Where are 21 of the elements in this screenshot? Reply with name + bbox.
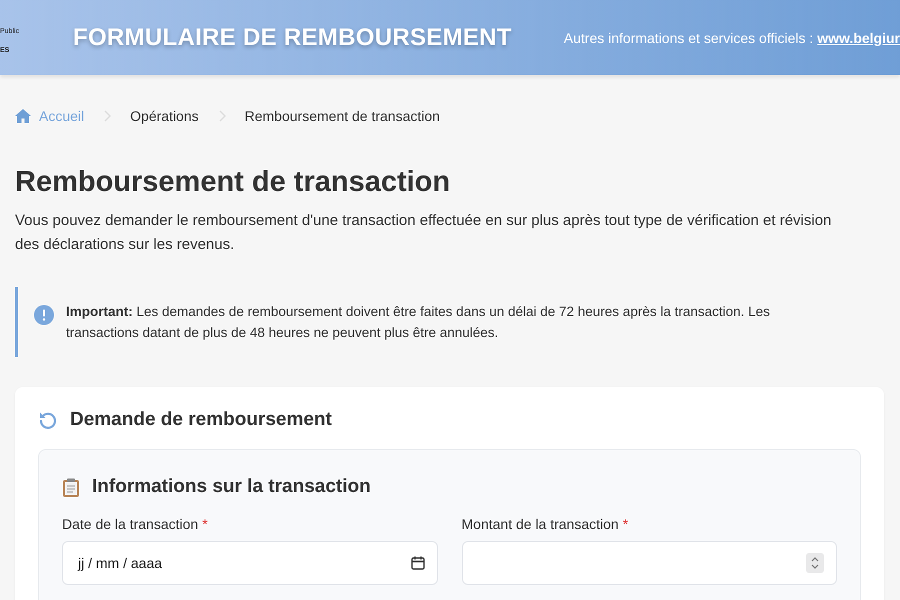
required-mark: *: [622, 516, 628, 532]
header-title: FORMULAIRE DE REMBOURSEMENT: [73, 24, 512, 52]
form-title: Demande de remboursement: [70, 409, 332, 431]
field-label: Montant de la transaction *: [462, 516, 630, 532]
date-field[interactable]: jj / mm / aaaa: [62, 541, 438, 585]
breadcrumb-link[interactable]: Opérations: [130, 108, 199, 124]
page-title: Remboursement de transaction: [15, 165, 452, 199]
amount-field[interactable]: [462, 541, 837, 585]
undo-icon: [38, 410, 58, 430]
page-description: Vous pouvez demander le remboursement d'une transaction effectuée en sur plus après tout type de vérification et révision des déclarations sur les revenus.: [15, 211, 832, 255]
calendar-icon[interactable]: [410, 556, 424, 570]
section-title: Informations sur la transaction: [92, 476, 371, 498]
spinner-icon[interactable]: [806, 553, 824, 573]
alert-text: Important: Les demandes de remboursement doivent être faites dans un délai de 72 heures après la transaction. Les transactions datant de plus de 48 heures ne peuvent plus être annulées.: [66, 303, 771, 342]
info-text: Autres informations et services officiels :: [564, 30, 814, 46]
info-icon: [34, 305, 54, 325]
breadcrumb-current: Remboursement de transaction: [244, 108, 440, 124]
clipboard-icon: [62, 478, 80, 496]
field-label: Date de la transaction *: [62, 516, 209, 532]
required-mark: *: [202, 516, 208, 532]
home-icon: [15, 109, 31, 123]
